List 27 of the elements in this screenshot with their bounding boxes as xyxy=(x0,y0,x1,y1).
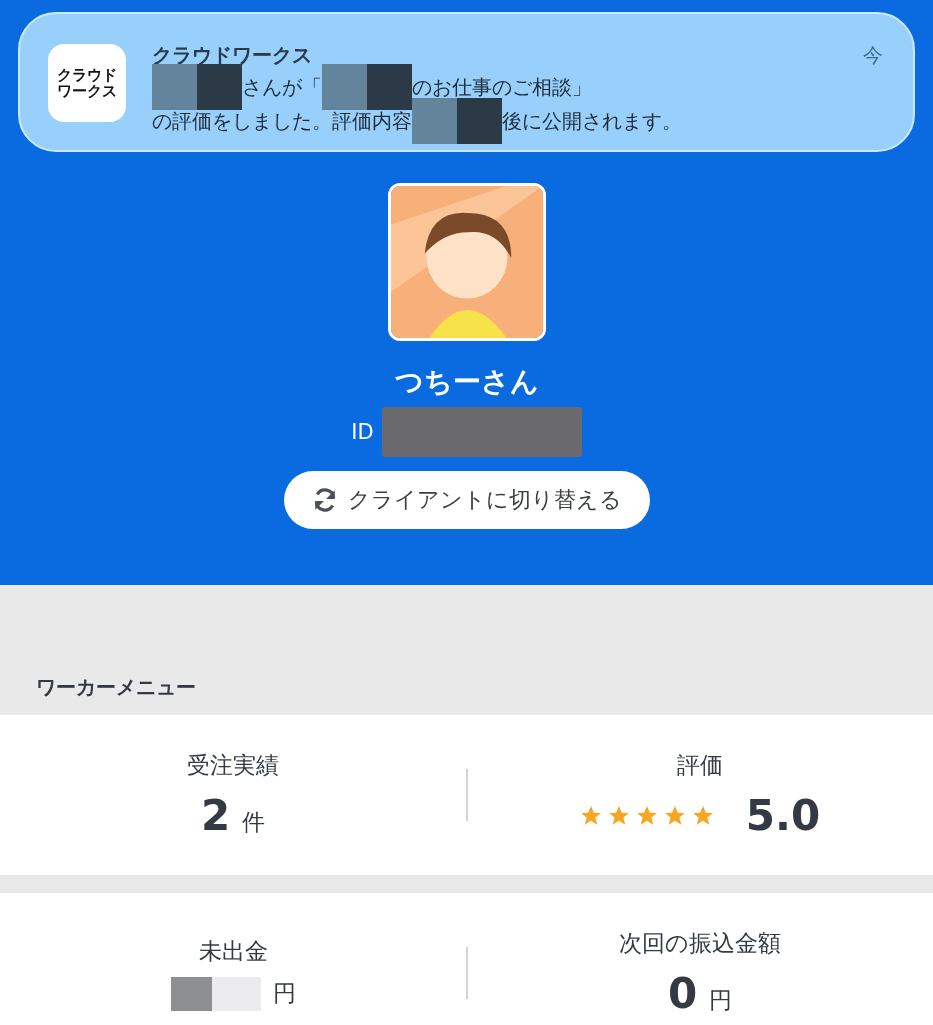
app-name: クラウドワークス xyxy=(152,42,312,69)
star-icon xyxy=(607,804,630,827)
unit: 円 xyxy=(272,979,296,1008)
value: 0 xyxy=(667,969,698,1018)
unit: 円 xyxy=(709,986,733,1015)
message-text: のお仕事のご相談」 xyxy=(412,73,592,101)
message-text: さんが「 xyxy=(242,73,322,101)
star-icon xyxy=(579,804,602,827)
value: 5.0 xyxy=(745,791,821,840)
message-text: の評価をしました。評価内容 xyxy=(152,107,412,135)
time: 今 xyxy=(863,42,883,69)
stat-label: 次回の振込金額 xyxy=(619,929,781,958)
message-text: 後に公開されます。 xyxy=(502,107,682,135)
switch-button[interactable]: クライアントに切り替える xyxy=(283,471,650,529)
stat-label: 未出金 xyxy=(198,936,268,966)
star-icon xyxy=(663,804,686,827)
section-title: ワーカーメニュー xyxy=(36,674,196,701)
star-icon xyxy=(635,804,658,827)
stat-label: 受注実績 xyxy=(187,751,279,780)
value: 2 xyxy=(200,791,231,840)
user-name: つちーさん xyxy=(394,364,539,400)
app-icon: クラウド ワークス xyxy=(48,44,126,122)
notification-banner[interactable]: クラウド ワークス クラウドワークス 今 さんが「 のお仕事のご相談」 の評価をしました。評価内容 後に公開されます。 xyxy=(18,12,915,152)
star-icon xyxy=(691,804,714,827)
id-label: ID xyxy=(351,420,374,444)
unit: 件 xyxy=(242,808,266,837)
stat-label: 評価 xyxy=(677,751,723,780)
